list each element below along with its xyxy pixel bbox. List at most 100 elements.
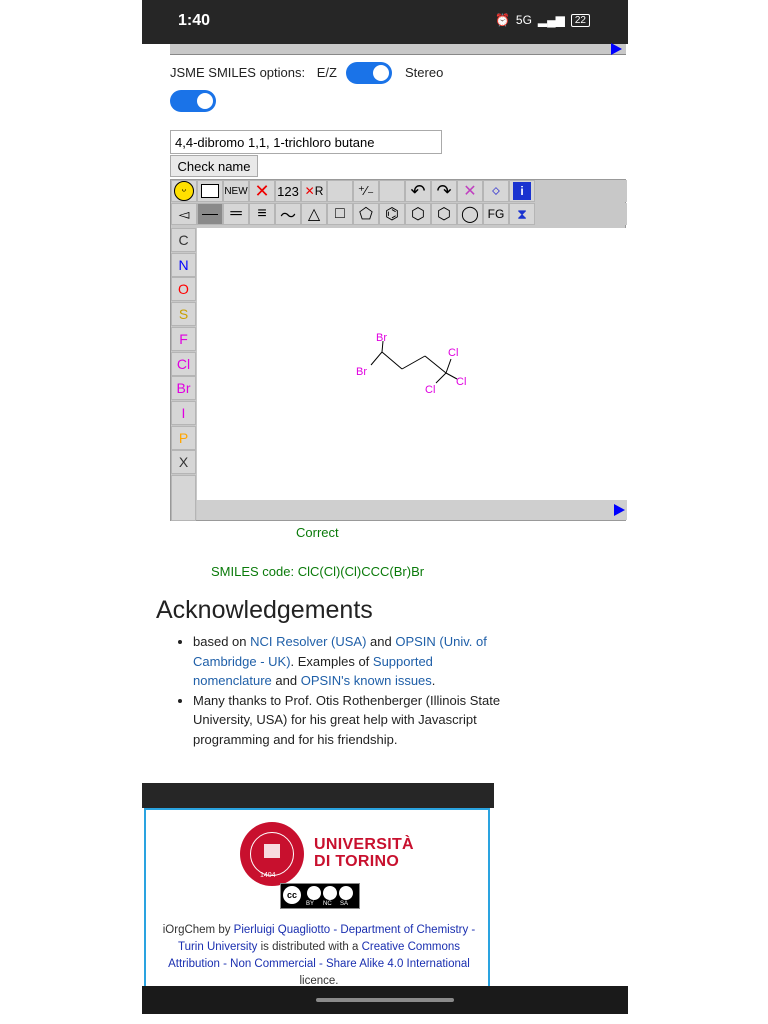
undo-button[interactable]: ↶ <box>405 180 431 202</box>
university-name-line1: UNIVERSITÀ <box>314 836 414 853</box>
atom-symbol: Br <box>176 380 191 397</box>
license-text-2: is distributed with a <box>257 941 362 953</box>
atom-button-p[interactable]: P <box>171 425 196 450</box>
status-icons: ⏰ 5G ▂▄▆ 22 <box>495 13 590 27</box>
info-icon: i <box>513 182 531 200</box>
delete-hs-button[interactable]: ✕ <box>457 180 483 202</box>
delete-button[interactable]: ✕ <box>249 180 275 202</box>
top-scrollbar[interactable] <box>170 43 626 55</box>
canvas-scroll-right-icon[interactable] <box>614 504 625 516</box>
license-text-1: iOrgChem by <box>162 924 234 936</box>
university-name-line2: DI TORINO <box>314 853 400 870</box>
atom-button-s[interactable]: S <box>171 302 196 327</box>
molecule-structure: Br Br Cl Cl Cl <box>356 332 466 396</box>
chain-button[interactable]: 〜 <box>275 203 301 225</box>
nci-resolver-link[interactable]: NCI Resolver (USA) <box>250 634 366 649</box>
atom-button-n[interactable]: N <box>171 252 196 277</box>
status-bar: 1:40 ⏰ 5G ▂▄▆ 22 <box>142 0 628 44</box>
ring6-button[interactable]: ⬡ <box>405 203 431 225</box>
ack-text-3: . Examples of <box>290 653 373 669</box>
ack-text-2: and <box>366 634 396 649</box>
bond-cl-top <box>445 358 452 374</box>
rectangle-select-icon <box>201 184 219 198</box>
atom-button-br[interactable]: Br <box>171 376 196 401</box>
smiley-button[interactable]: ᵕ <box>171 180 197 202</box>
triple-bond-icon: ≡ <box>257 205 267 222</box>
double-bond-icon: ═ <box>230 205 242 222</box>
atom-button-o[interactable]: O <box>171 277 196 302</box>
new-label: NEW <box>224 185 248 197</box>
square-ring-icon: □ <box>335 205 345 222</box>
benzene-button[interactable]: ⌬ <box>379 203 405 225</box>
cc-icon: cc <box>283 886 301 904</box>
delete-hs-icon: ✕ <box>463 183 477 200</box>
charge-icon: ⁺∕₋ <box>358 183 374 198</box>
cc-license-badge[interactable]: cc BY NC SA <box>280 883 360 909</box>
atom-palette-filler <box>171 475 196 521</box>
single-bond-button[interactable] <box>197 203 223 225</box>
ring4-button[interactable]: □ <box>327 203 353 225</box>
pentagon-ring-icon: ⬠ <box>359 206 373 223</box>
cc-by-tag: BY <box>306 901 315 907</box>
toolbar-filler-2 <box>535 203 627 225</box>
acknowledgements-title: Acknowledgements <box>156 596 373 624</box>
atom-button-c[interactable]: C <box>171 228 196 252</box>
footer-panel: 1404 UNIVERSITÀ DI TORINO cc BY NC SA iO… <box>144 808 490 988</box>
drawing-canvas[interactable]: Br Br Cl Cl Cl <box>197 228 627 500</box>
wedge-bond-button[interactable]: ◅ <box>171 203 197 225</box>
check-name-button[interactable]: Check name <box>170 155 258 177</box>
ring7-button[interactable]: ⬡ <box>431 203 457 225</box>
redo-button[interactable]: ↷ <box>431 180 457 202</box>
opsin-known-issues-link[interactable]: OPSIN's known issues <box>301 673 432 688</box>
canvas-horizontal-scrollbar[interactable] <box>197 500 627 520</box>
jsme-editor: ᵕ NEW ✕ 123 ✕ R ⁺∕₋ ↶ ↷ ✕ ⬦ i ◅ ═ ≡ 〜 △ □… <box>170 179 627 521</box>
atom-button-i[interactable]: I <box>171 400 196 425</box>
ring3-button[interactable]: △ <box>301 203 327 225</box>
footer-header-bar <box>142 783 494 808</box>
bond-cl-bottom <box>435 372 447 384</box>
atom-symbol: O <box>178 281 189 298</box>
template-button[interactable]: ⧗ <box>509 203 535 225</box>
octagon-ring-icon: ◯ <box>461 206 479 223</box>
stereo-toggle-knob <box>197 93 213 109</box>
charge-button[interactable]: ⁺∕₋ <box>353 180 379 202</box>
home-gesture-pill[interactable] <box>316 998 454 1002</box>
select-button[interactable] <box>197 180 223 202</box>
fg-button[interactable]: FG <box>483 203 509 225</box>
ring5-button[interactable]: ⬠ <box>353 203 379 225</box>
toolbar-filler-1 <box>535 180 627 202</box>
chain-icon: 〜 <box>279 208 296 225</box>
ack-item-sources: based on NCI Resolver (USA) and OPSIN (U… <box>193 632 503 691</box>
stereo-label: Stereo <box>405 65 444 80</box>
empty-tool-1[interactable] <box>327 180 353 202</box>
new-button[interactable]: NEW <box>223 180 249 202</box>
atom-button-cl[interactable]: Cl <box>171 351 196 376</box>
ez-toggle[interactable] <box>346 62 392 84</box>
double-bond-button[interactable]: ═ <box>223 203 249 225</box>
bond-2 <box>401 355 426 370</box>
info-button[interactable]: i <box>509 180 535 202</box>
atom-symbol: N <box>178 256 189 273</box>
signal-icon: ▂▄▆ <box>537 13 565 27</box>
atom-button-x[interactable]: X <box>171 450 196 475</box>
atom-symbol: P <box>178 429 189 446</box>
fg-label: FG <box>487 207 505 221</box>
undo-icon: ↶ <box>410 180 426 201</box>
delete-r-button[interactable]: ✕ R <box>301 180 327 202</box>
atom-button-f[interactable]: F <box>171 326 196 351</box>
bond-1 <box>381 351 403 370</box>
scroll-right-arrow-icon[interactable] <box>611 43 622 55</box>
iupac-name-input[interactable] <box>170 130 442 154</box>
move-button[interactable]: ⬦ <box>483 180 509 202</box>
ring8-button[interactable]: ◯ <box>457 203 483 225</box>
empty-tool-2[interactable] <box>379 180 405 202</box>
seal-year: 1404 <box>260 872 276 879</box>
smiley-icon: ᵕ <box>174 181 194 201</box>
ack-text-1: based on <box>193 634 251 649</box>
stereo-toggle[interactable] <box>170 90 216 112</box>
triple-bond-button[interactable]: ≡ <box>249 203 275 225</box>
numbering-button[interactable]: 123 <box>275 180 301 202</box>
atom-symbol: X <box>178 454 189 471</box>
benzene-ring-icon: ⌬ <box>385 206 399 223</box>
nc-icon <box>323 886 337 900</box>
